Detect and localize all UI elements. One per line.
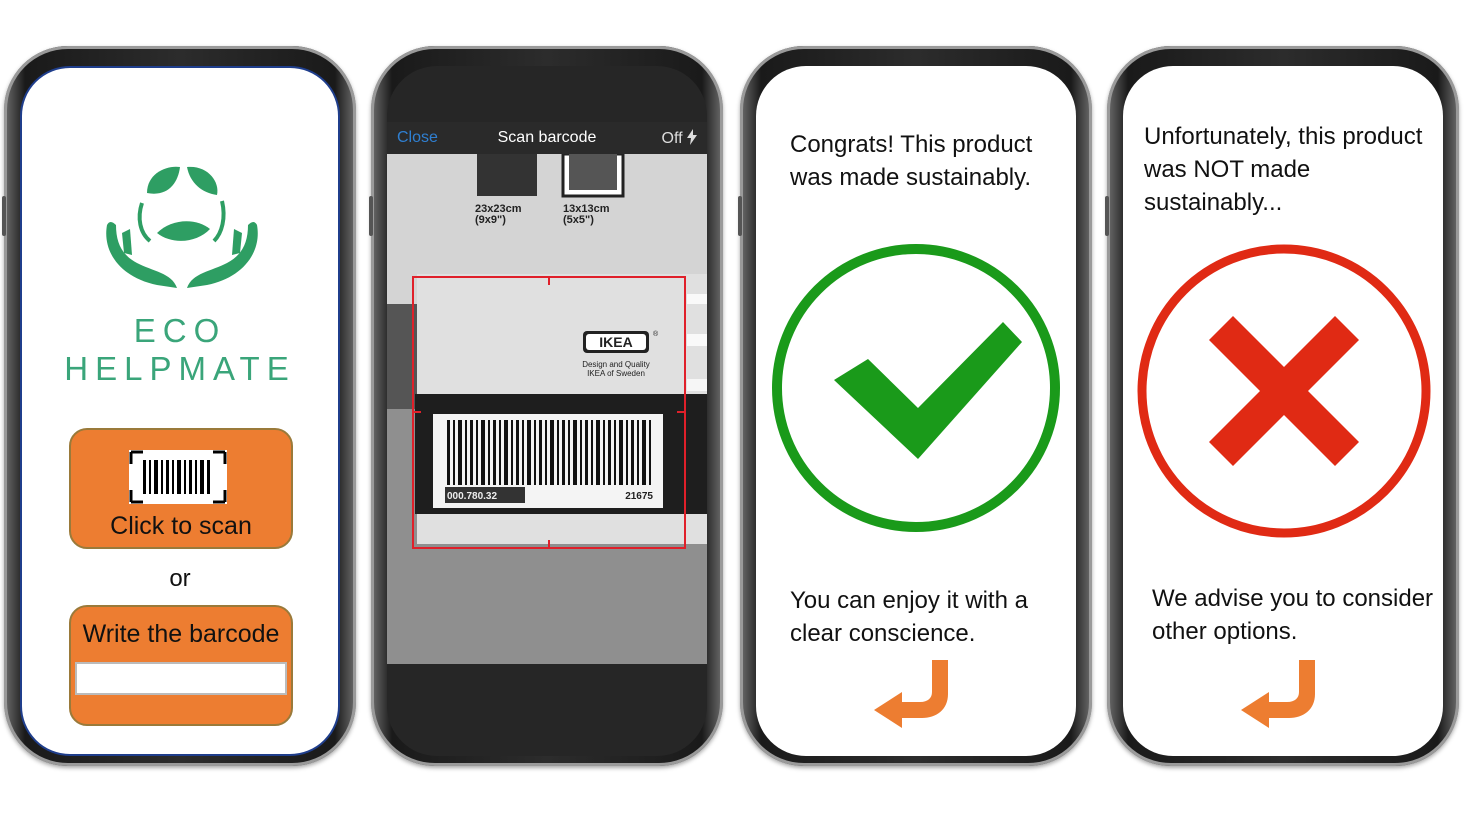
flash-toggle[interactable]: Off bbox=[661, 129, 697, 148]
barcode-input[interactable] bbox=[75, 662, 287, 695]
check-circle-icon bbox=[772, 244, 1060, 532]
frame1-image bbox=[477, 154, 537, 196]
brand-name: ECO HELPMATE bbox=[64, 312, 296, 387]
leaf-hands-icon bbox=[106, 166, 258, 288]
camera-feed: 23x23cm (9x9") 13x13cm (5x5") IKEA ® Des… bbox=[387, 154, 707, 664]
scan-button-label: Click to scan bbox=[110, 512, 252, 540]
negative-message-top: Unfortunately, this product was NOT made… bbox=[1144, 123, 1423, 216]
frame1-size-in: (9x9") bbox=[475, 214, 506, 226]
scan-button[interactable]: Click to scan bbox=[69, 428, 293, 549]
negative-result-screen: Unfortunately, this product was NOT made… bbox=[1123, 66, 1443, 756]
brand-mark: IKEA bbox=[599, 334, 632, 350]
side-button bbox=[2, 196, 6, 236]
write-barcode-label: Write the barcode bbox=[82, 620, 280, 648]
scanner-screen: Close Scan barcode Off 23x23cm (9x9") 13… bbox=[387, 66, 707, 756]
positive-message-bottom: You can enjoy it with a clear conscience… bbox=[790, 587, 1028, 647]
phone-home: ECO HELPMATE Click to scan or Write the … bbox=[2, 46, 356, 766]
tagline-line2: IKEA of Sweden bbox=[587, 369, 645, 378]
side-button bbox=[1105, 196, 1109, 236]
negative-message-bottom: We advise you to consider other options. bbox=[1152, 585, 1434, 645]
barcode-right-number: 21675 bbox=[625, 491, 653, 502]
flash-label: Off bbox=[661, 130, 683, 147]
return-arrow-icon[interactable] bbox=[1239, 658, 1319, 728]
scanner-title: Scan barcode bbox=[497, 129, 597, 146]
camera-view: 23x23cm (9x9") 13x13cm (5x5") IKEA ® Des… bbox=[387, 154, 707, 664]
side-button bbox=[738, 196, 742, 236]
lightning-icon bbox=[687, 129, 697, 145]
or-separator: or bbox=[169, 565, 191, 592]
phone-result-negative: Unfortunately, this product was NOT made… bbox=[1105, 46, 1459, 766]
phone-result-positive: Congrats! This product was made sustaina… bbox=[738, 46, 1092, 766]
return-arrow-icon[interactable] bbox=[872, 658, 952, 728]
registered-mark: ® bbox=[653, 330, 659, 338]
frame2-size-in: (5x5") bbox=[563, 214, 594, 226]
scanner-topbar: Close Scan barcode Off bbox=[387, 122, 707, 154]
barcode-left-number: 000.780.32 bbox=[447, 491, 497, 502]
tagline-line1: Design and Quality bbox=[582, 360, 650, 369]
home-screen: ECO HELPMATE Click to scan or Write the … bbox=[20, 66, 340, 756]
phone-scanner: Close Scan barcode Off 23x23cm (9x9") 13… bbox=[369, 46, 723, 766]
barcode-icon bbox=[129, 450, 227, 504]
write-barcode-panel: Write the barcode bbox=[69, 605, 293, 726]
positive-message-top: Congrats! This product was made sustaina… bbox=[790, 131, 1033, 191]
x-circle-icon bbox=[1137, 244, 1431, 538]
positive-result-screen: Congrats! This product was made sustaina… bbox=[756, 66, 1076, 756]
side-button bbox=[369, 196, 373, 236]
